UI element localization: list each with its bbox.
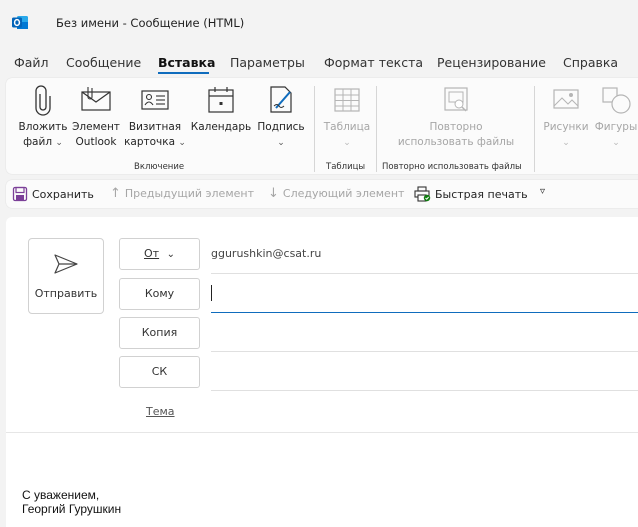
chevron-down-icon: ⌄ [612,138,620,148]
outlook-item-icon [81,87,111,111]
chevron-down-icon: ⌄ [166,249,175,260]
from-button[interactable]: От ⌄ [119,238,200,270]
customize-toolbar-button[interactable]: ▿ [540,186,545,197]
group-separator [534,86,535,172]
group-label-reuse: Повторно использовать файлы [382,162,522,172]
attach-file-button[interactable]: Вложить файл ⌄ [16,84,70,151]
next-item-button[interactable]: ↓ Следующий элемент [268,186,404,201]
table-button[interactable]: Таблица ⌄ [320,84,374,151]
send-label: Отправить [34,287,98,300]
reuse-files-icon [444,87,468,112]
pictures-button[interactable]: Рисунки ⌄ [540,84,592,151]
dropdown-caret-icon: ▿ [540,186,546,197]
signature-line-2: Георгий Гурушкин [22,502,122,516]
group-label-include: Включение [134,162,185,172]
table-icon [334,88,360,112]
cc-input[interactable] [211,317,638,351]
arrow-down-icon: ↓ [268,186,279,201]
arrow-up-icon: ↑ [110,186,121,201]
save-button[interactable]: Сохранить [12,186,94,202]
previous-item-button[interactable]: ↑ Предыдущий элемент [110,186,254,201]
subject-label: Тема [146,405,175,418]
shapes-button[interactable]: Фигуры ⌄ [592,84,638,151]
reuse-files-button[interactable]: Повторно использовать файлы [382,84,530,150]
text-cursor [211,285,212,301]
bcc-button[interactable]: СК [119,356,200,388]
group-separator [314,86,315,172]
to-button[interactable]: Кому [119,278,200,310]
subject-input[interactable] [211,396,638,430]
from-divider [211,273,638,274]
chevron-down-icon: ⌄ [178,138,186,148]
tab-message[interactable]: Сообщение [66,55,141,70]
tab-insert[interactable]: Вставка [158,55,215,70]
signature-block: С уважением, Георгий Гурушкин [22,488,121,516]
chevron-down-icon: ⌄ [55,138,63,148]
cc-button[interactable]: Копия [119,317,200,349]
tab-help[interactable]: Справка [563,55,618,70]
calendar-icon [208,87,234,113]
to-input[interactable] [211,277,638,311]
active-tab-indicator [158,72,209,74]
chevron-down-icon: ⌄ [277,138,285,148]
bcc-divider [211,390,638,391]
group-label-tables: Таблицы [326,162,366,172]
bcc-input[interactable] [211,356,638,390]
paperclip-icon [35,85,51,116]
tab-review[interactable]: Рецензирование [437,55,546,70]
from-address: ggurushkin@csat.ru [211,247,322,260]
chevron-down-icon: ⌄ [343,138,351,148]
chevron-down-icon: ⌄ [562,138,570,148]
send-button[interactable]: Отправить [28,238,104,314]
business-card-button[interactable]: Визитная карточка ⌄ [124,84,186,151]
signature-line-1: С уважением, [22,488,100,502]
shapes-icon [602,87,631,114]
tab-file[interactable]: Файл [14,55,49,70]
tab-format-text[interactable]: Формат текста [324,55,423,70]
save-icon [12,186,28,202]
tab-options[interactable]: Параметры [230,55,305,70]
calendar-button[interactable]: Календарь [190,84,252,135]
subject-divider [6,432,638,433]
picture-icon [553,89,579,109]
send-icon [54,254,78,274]
outlook-icon [12,14,28,30]
signature-icon [270,86,292,113]
business-card-icon [141,90,169,110]
cc-divider [211,351,638,352]
signature-button[interactable]: Подпись ⌄ [255,84,307,151]
quick-print-button[interactable]: Быстрая печать [414,186,528,202]
to-field-underline [211,312,638,313]
window-title: Без имени - Сообщение (HTML) [56,16,245,30]
outlook-item-button[interactable]: Элемент Outlook [69,84,123,150]
group-separator [376,86,377,172]
quick-print-icon [414,186,431,202]
